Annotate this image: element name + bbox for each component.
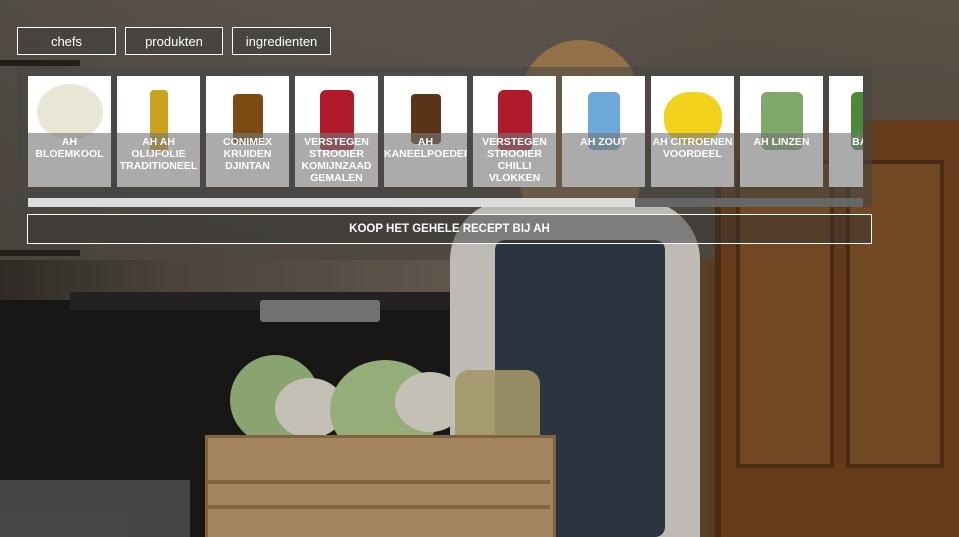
product-name: AH KANEELPOEDER <box>384 133 467 187</box>
product-item[interactable]: BABYS <box>829 76 863 187</box>
product-carousel[interactable]: AH BLOEMKOOL AH AH OLIJFOLIE TRADITIONEEL… <box>28 76 863 187</box>
product-name: AH ZOUT <box>562 133 645 187</box>
tab-ingredienten[interactable]: ingredienten <box>232 27 331 55</box>
product-name: VERSTEGEN STROOIER KOMIJNZAAD GEMALEN <box>295 133 378 187</box>
product-name: AH BLOEMKOOL <box>28 133 111 187</box>
cauliflower-icon <box>36 84 103 140</box>
tab-produkten[interactable]: produkten <box>125 27 223 55</box>
product-name: AH AH OLIJFOLIE TRADITIONEEL <box>117 133 200 187</box>
product-item[interactable]: VERSTEGEN STROOIER CHILLI VLOKKEN <box>473 76 556 187</box>
product-item[interactable]: AH CITROENEN VOORDEEL <box>651 76 734 187</box>
product-name: BABYS <box>829 133 863 187</box>
product-item[interactable]: AH LINZEN <box>740 76 823 187</box>
product-item[interactable]: AH ZOUT <box>562 76 645 187</box>
carousel-scrollbar-thumb[interactable] <box>28 198 635 207</box>
tab-chefs[interactable]: chefs <box>17 27 116 55</box>
product-item[interactable]: VERSTEGEN STROOIER KOMIJNZAAD GEMALEN <box>295 76 378 187</box>
product-name: CONIMEX KRUIDEN DJINTAN <box>206 133 289 187</box>
product-name: AH CITROENEN VOORDEEL <box>651 133 734 187</box>
product-name: VERSTEGEN STROOIER CHILLI VLOKKEN <box>473 133 556 187</box>
product-item[interactable]: CONIMEX KRUIDEN DJINTAN <box>206 76 289 187</box>
product-item[interactable]: AH KANEELPOEDER <box>384 76 467 187</box>
buy-recipe-button[interactable]: KOOP HET GEHELE RECEPT BIJ AH <box>27 214 872 244</box>
product-name: AH LINZEN <box>740 133 823 187</box>
product-item[interactable]: AH AH OLIJFOLIE TRADITIONEEL <box>117 76 200 187</box>
product-item[interactable]: AH BLOEMKOOL <box>28 76 111 187</box>
category-tabs: chefs produkten ingredienten <box>17 27 331 55</box>
